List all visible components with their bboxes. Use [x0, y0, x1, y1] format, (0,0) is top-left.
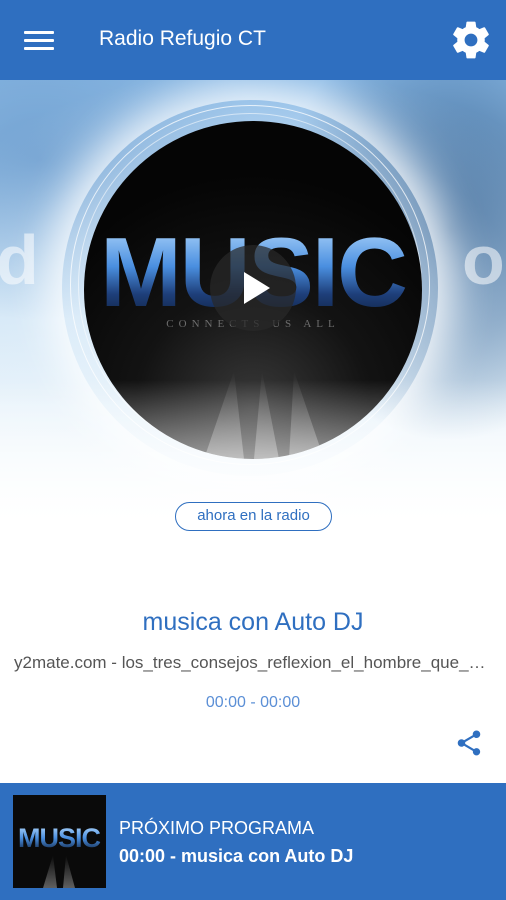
current-track-name: y2mate.com - los_tres_consejos_reflexion… [14, 653, 494, 672]
background-decoration: d [0, 221, 39, 299]
gear-icon[interactable] [449, 18, 493, 62]
next-program-label: PRÓXIMO PROGRAMA [119, 818, 315, 838]
share-icon[interactable] [454, 728, 484, 758]
thumbnail-title: MUSIC [18, 823, 101, 853]
menu-line [24, 39, 54, 42]
app-bar: Radio Refugio CT [0, 0, 506, 80]
next-program-thumbnail: MUSIC [13, 795, 106, 888]
play-button[interactable] [210, 245, 296, 331]
program-time-range: 00:00 - 00:00 [205, 694, 301, 711]
menu-line [24, 47, 54, 50]
next-program-name: 00:00 - musica con Auto DJ [119, 846, 354, 866]
now-on-air-button[interactable]: ahora en la radio [175, 502, 332, 531]
hero-background: d o MUSIC CONNECTS US [0, 80, 506, 550]
background-decoration: o [462, 221, 505, 299]
current-program-title: musica con Auto DJ [142, 608, 364, 636]
menu-line [24, 31, 54, 34]
hamburger-menu-icon[interactable] [22, 24, 56, 56]
play-icon [244, 272, 270, 304]
app-title: Radio Refugio CT [99, 27, 266, 50]
next-program-bar[interactable]: MUSIC PRÓXIMO PROGRAMA 00:00 - musica co… [0, 783, 506, 900]
